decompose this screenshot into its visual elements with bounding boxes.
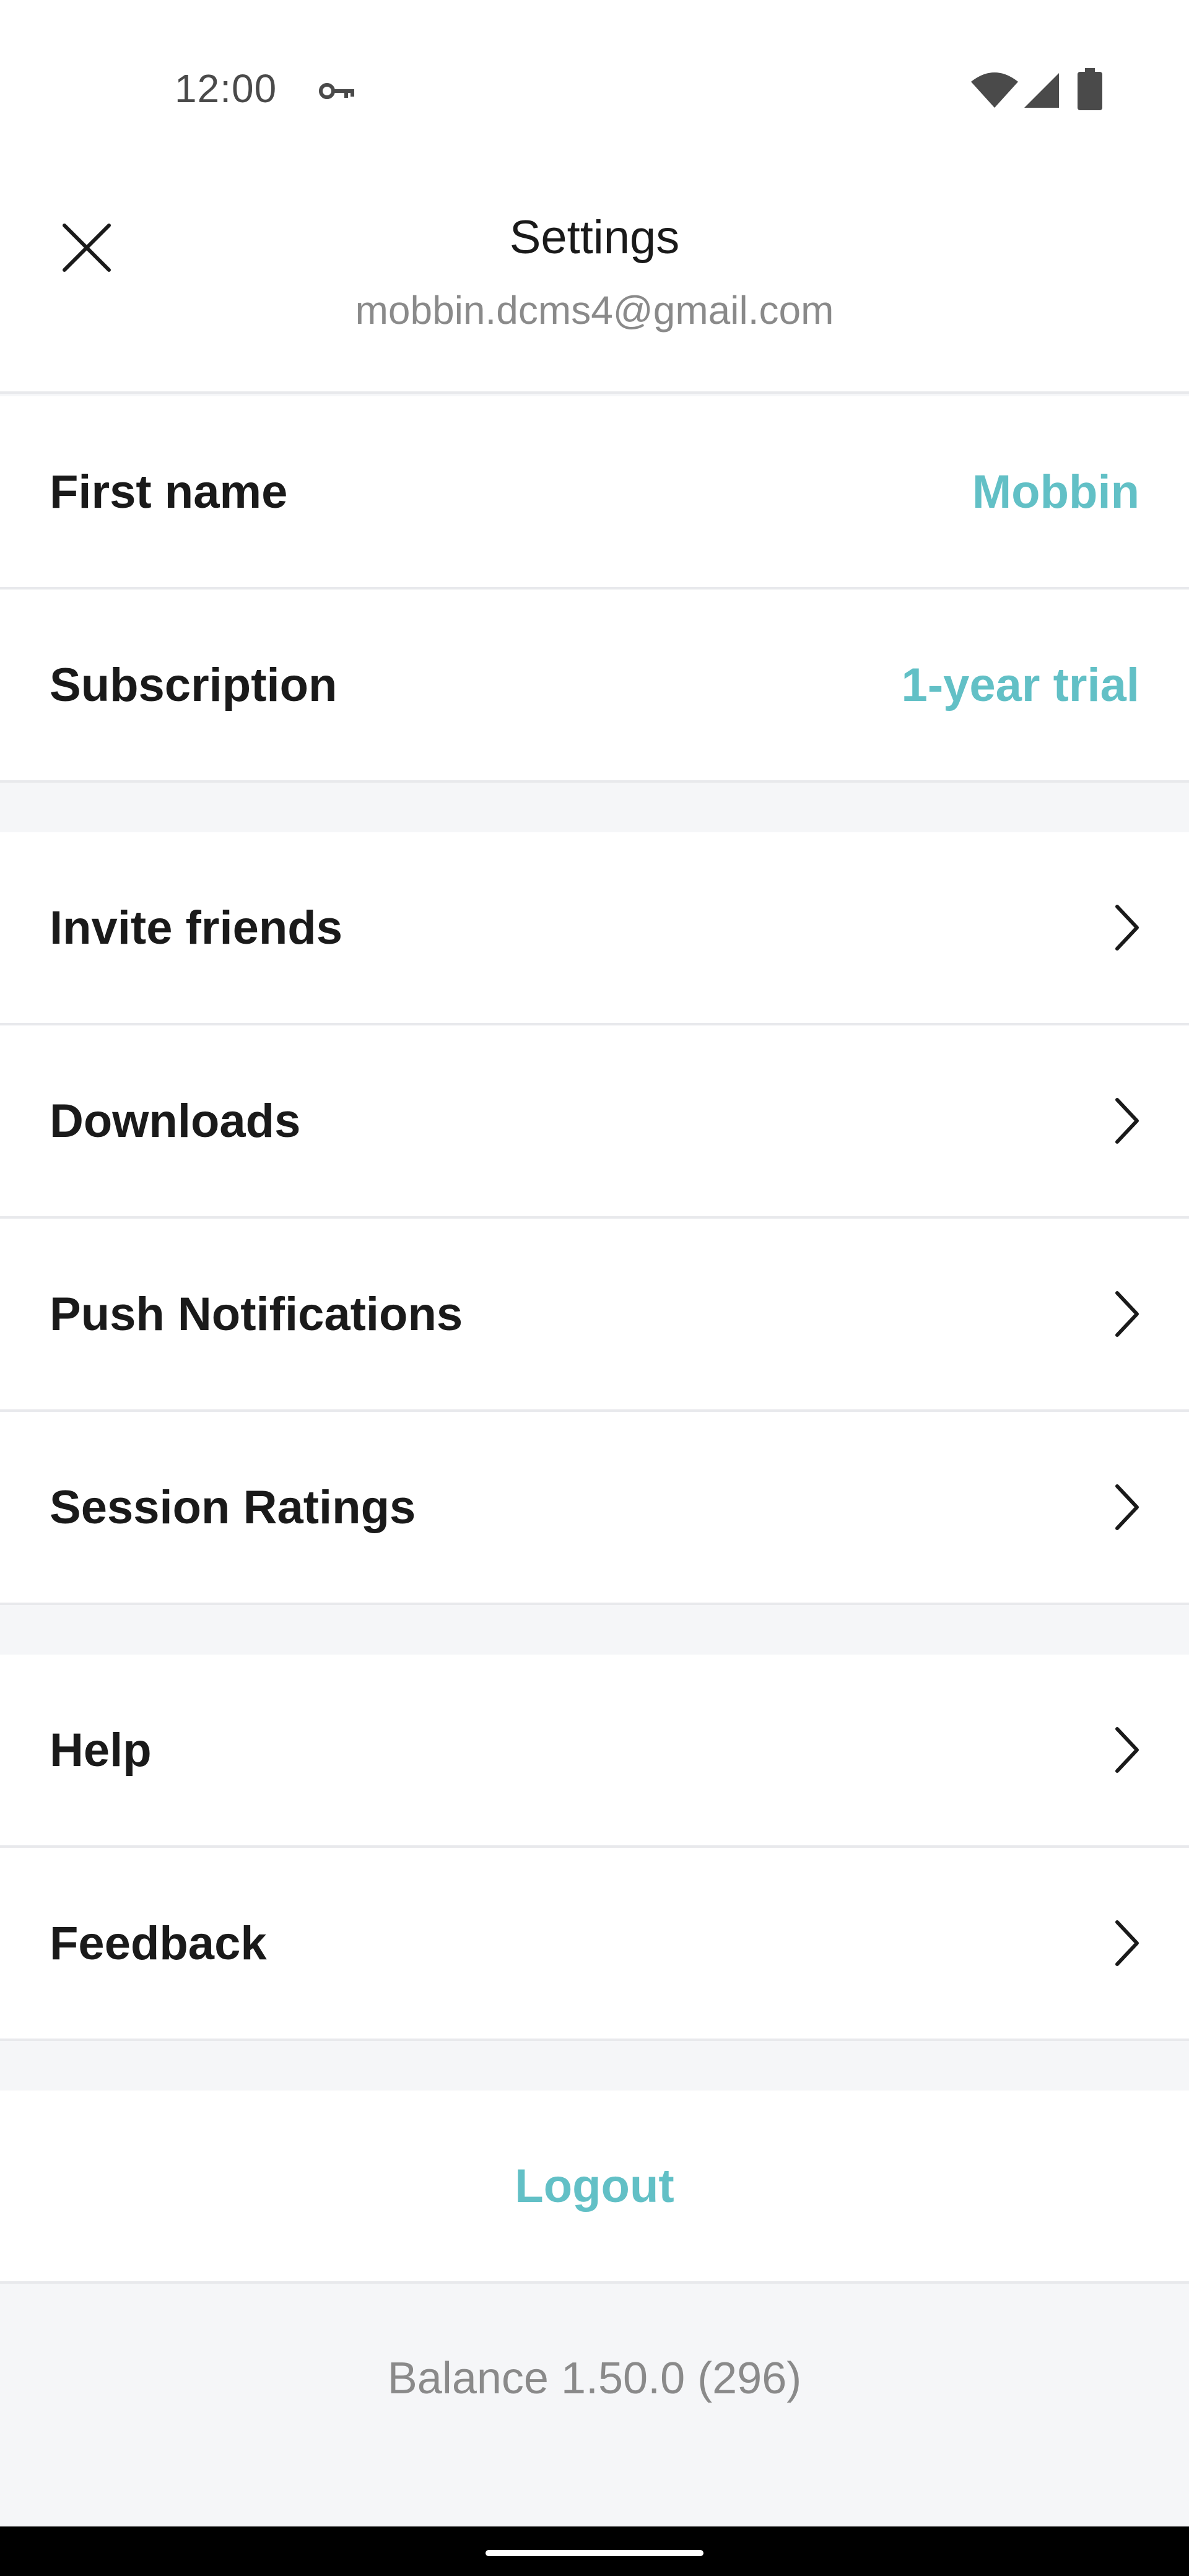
first-name-row[interactable]: First name Mobbin [0,396,1189,590]
first-name-label: First name [50,465,288,518]
chevron-right-icon [1115,1920,1139,1966]
subscription-label: Subscription [50,658,338,711]
system-nav-bar [0,2526,1189,2576]
account-email: mobbin.dcms4@gmail.com [355,288,834,333]
battery-icon [1078,68,1102,110]
wifi-icon [971,72,1018,108]
session-ratings-label: Session Ratings [50,1481,416,1534]
chevron-right-icon [1115,1098,1139,1144]
feedback-label: Feedback [50,1917,267,1970]
invite-friends-label: Invite friends [50,901,342,954]
settings-header: Settings mobbin.dcms4@gmail.com [0,180,1189,394]
push-notifications-label: Push Notifications [50,1287,463,1341]
menu-group-support: Help Feedback [0,1655,1189,2041]
downloads-row[interactable]: Downloads [0,1025,1189,1219]
settings-screen: 12:00 Settings mobbin.dcms4@gmail.com Fi… [0,0,1189,2576]
downloads-label: Downloads [50,1094,301,1147]
home-gesture-handle[interactable] [486,2550,703,2556]
chevron-right-icon [1115,1484,1139,1530]
menu-group-primary: Invite friends Downloads Push Notificati… [0,832,1189,1605]
chevron-right-icon [1115,1727,1139,1773]
logout-button[interactable]: Logout [0,2091,1189,2284]
chevron-right-icon [1115,1291,1139,1337]
chevron-right-icon [1115,905,1139,951]
subscription-value: 1-year trial [901,658,1139,711]
help-row[interactable]: Help [0,1655,1189,1848]
app-version: Balance 1.50.0 (296) [387,2354,802,2403]
cell-signal-icon [1024,73,1059,108]
first-name-value: Mobbin [972,465,1139,518]
subscription-row[interactable]: Subscription 1-year trial [0,590,1189,783]
push-notifications-row[interactable]: Push Notifications [0,1219,1189,1412]
status-time: 12:00 [175,66,277,111]
help-label: Help [50,1723,152,1777]
status-bar: 12:00 [0,0,1189,180]
feedback-row[interactable]: Feedback [0,1848,1189,2041]
logout-label: Logout [515,2159,674,2213]
account-group: First name Mobbin Subscription 1-year tr… [0,396,1189,783]
invite-friends-row[interactable]: Invite friends [0,832,1189,1025]
page-title: Settings [509,211,680,264]
session-ratings-row[interactable]: Session Ratings [0,1412,1189,1605]
vpn-key-icon [319,83,354,99]
